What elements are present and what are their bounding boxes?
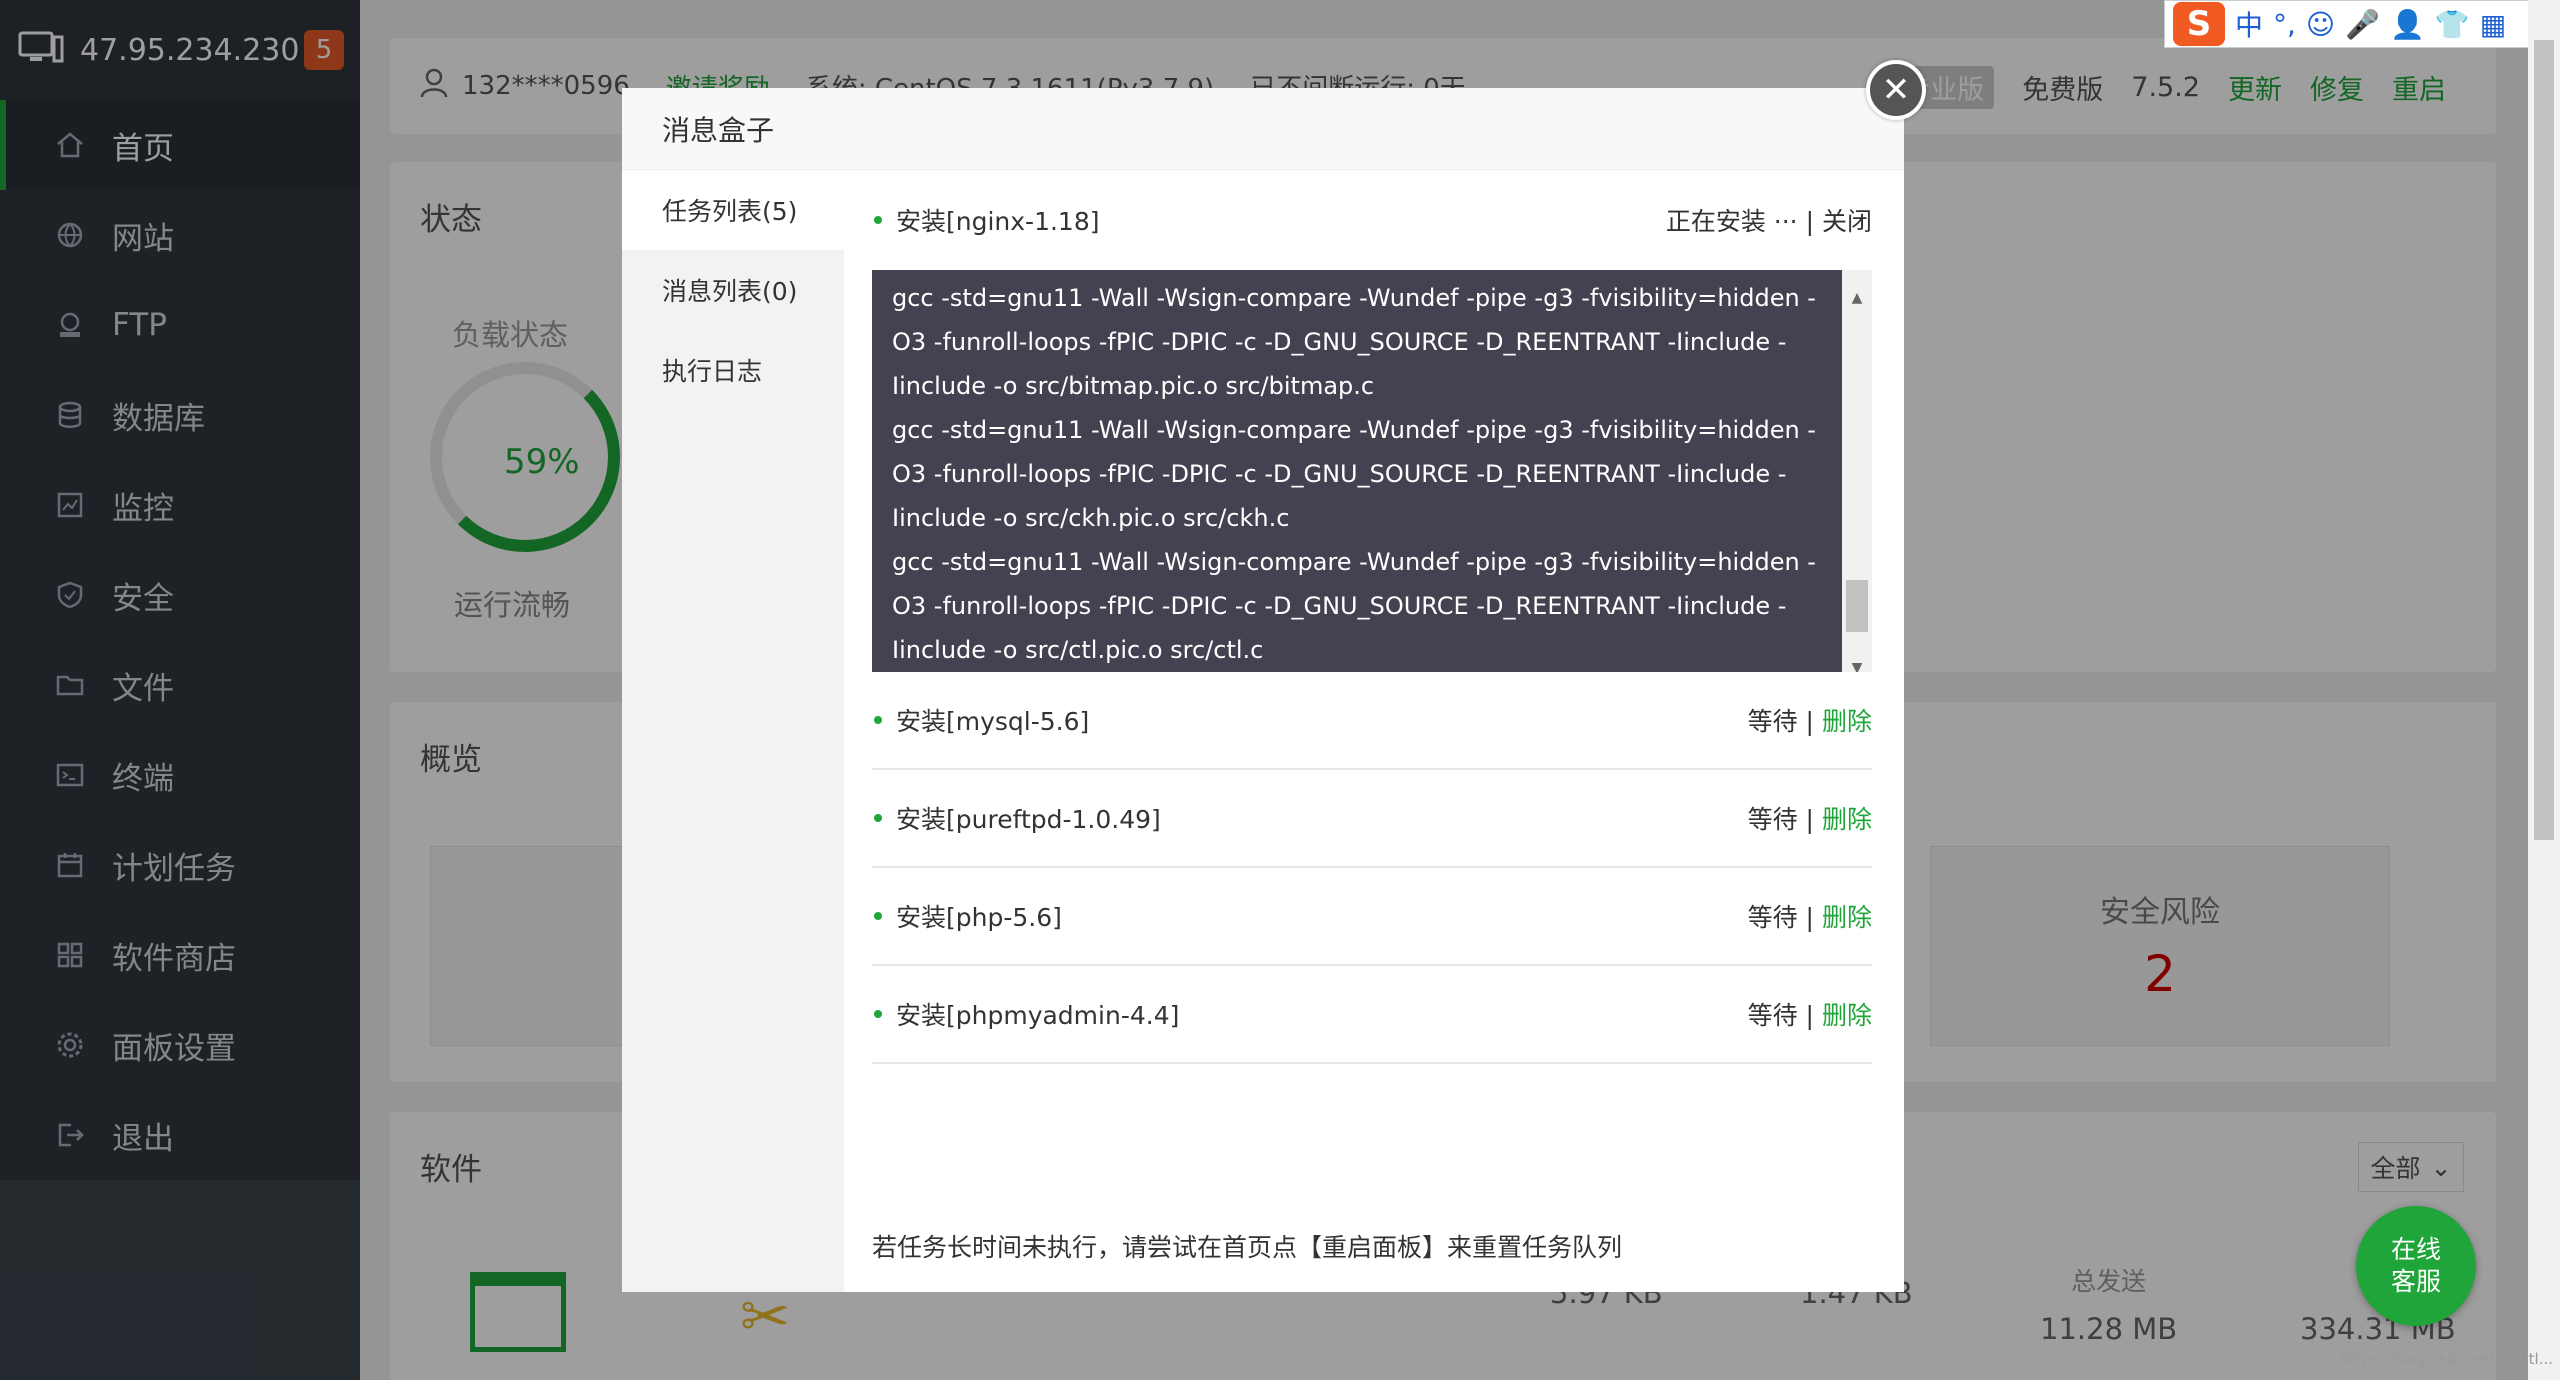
modal-title: 消息盒子 <box>622 88 1904 170</box>
task-actions: 正在安装 ··· | 关闭 <box>1666 202 1872 238</box>
log-line: gcc -std=gnu11 -Wall -Wsign-compare -Wun… <box>892 548 1816 664</box>
ime-lang[interactable]: 中 <box>2235 4 2263 44</box>
task-status: 正在安装 ··· <box>1665 207 1798 236</box>
delete-task-button[interactable]: 删除 <box>1822 800 1872 836</box>
page-scrollbar[interactable] <box>2528 0 2560 1380</box>
current-task-row: 安装[nginx-1.18] 正在安装 ··· | 关闭 <box>872 170 1872 270</box>
close-task-button[interactable]: | 关闭 <box>1806 202 1872 238</box>
close-icon: ✕ <box>1881 70 1911 110</box>
status-dot <box>874 1010 882 1018</box>
install-log[interactable]: gcc -std=gnu11 -Wall -Wsign-compare -Wun… <box>872 270 1872 672</box>
task-tip: 若任务长时间未执行，请尝试在首页点【重启面板】来重置任务队列 <box>872 1233 1623 1262</box>
task-actions: 等待 | 删除 <box>1748 996 1872 1032</box>
task-name: 安装[mysql-5.6] <box>896 707 1090 736</box>
task-list: 安装[nginx-1.18] 正在安装 ··· | 关闭 gcc -std=gn… <box>872 170 1872 1292</box>
task-wait-status: 等待 | <box>1747 805 1814 834</box>
task-wait-status: 等待 | <box>1747 903 1814 932</box>
scroll-thumb[interactable] <box>1846 580 1868 632</box>
modal-tab-2[interactable]: 执行日志 <box>622 330 844 410</box>
punctuation-icon[interactable]: °, <box>2273 8 2296 41</box>
task-actions: 等待 | 删除 <box>1748 898 1872 934</box>
log-lines: gcc -std=gnu11 -Wall -Wsign-compare -Wun… <box>892 276 1832 672</box>
task-name: 安装[php-5.6] <box>896 903 1062 932</box>
modal-tab-0[interactable]: 任务列表(5) <box>622 170 844 250</box>
task-wait-status: 等待 | <box>1747 1001 1814 1030</box>
service-line1: 在线 <box>2390 1235 2441 1264</box>
delete-task-button[interactable]: 删除 <box>1822 898 1872 934</box>
skin-icon[interactable]: 👕 <box>2435 8 2470 41</box>
task-actions: 等待 | 删除 <box>1748 800 1872 836</box>
microphone-icon[interactable]: 🎤 <box>2345 8 2380 41</box>
watermark: https://blog.csdn.net/goutl... <box>2340 1350 2554 1368</box>
delete-task-button[interactable]: 删除 <box>1822 702 1872 738</box>
task-name: 安装[nginx-1.18] <box>896 207 1100 236</box>
page-scroll-thumb[interactable] <box>2534 40 2554 840</box>
status-dot <box>874 814 882 822</box>
queued-tasks: 安装[mysql-5.6] 等待 | 删除 安装[pureftpd-1.0.49] 等待… <box>872 672 1872 1064</box>
message-box-modal: 消息盒子 任务列表(5) 消息列表(0) 执行日志 安装[nginx-1.18] 正… <box>622 88 1904 1292</box>
task-name: 安装[pureftpd-1.0.49] <box>896 805 1161 834</box>
scroll-down-icon[interactable]: ▼ <box>1842 646 1872 672</box>
log-line: gcc -std=gnu11 -Wall -Wsign-compare -Wun… <box>892 416 1816 532</box>
queued-task-row: 安装[pureftpd-1.0.49] 等待 | 删除 <box>872 770 1872 868</box>
user-tools-icon[interactable]: 👤 <box>2390 8 2425 41</box>
modal-tab-1[interactable]: 消息列表(0) <box>622 250 844 330</box>
log-scrollbar[interactable]: ▲ ▼ <box>1842 270 1872 672</box>
log-line: gcc -std=gnu11 -Wall -Wsign-compare -Wun… <box>892 284 1816 400</box>
online-service-button[interactable]: 在线 客服 <box>2356 1206 2476 1326</box>
modal-nav: 任务列表(5) 消息列表(0) 执行日志 <box>622 170 844 1292</box>
status-dot <box>874 216 882 224</box>
emoji-icon[interactable]: ☺ <box>2306 8 2335 41</box>
task-actions: 等待 | 删除 <box>1748 702 1872 738</box>
status-dot <box>874 716 882 724</box>
task-wait-status: 等待 | <box>1747 707 1814 736</box>
scroll-up-icon[interactable]: ▲ <box>1842 276 1872 306</box>
queued-task-row: 安装[php-5.6] 等待 | 删除 <box>872 868 1872 966</box>
queued-task-row: 安装[mysql-5.6] 等待 | 删除 <box>872 672 1872 770</box>
grid-icon[interactable]: ▦ <box>2480 8 2506 41</box>
task-name: 安装[phpmyadmin-4.4] <box>896 1001 1180 1030</box>
ime-toolbar: S 中 °, ☺ 🎤 👤 👕 ▦ <box>2164 0 2540 48</box>
delete-task-button[interactable]: 删除 <box>1822 996 1872 1032</box>
sogou-logo-icon[interactable]: S <box>2173 2 2225 46</box>
status-dot <box>874 912 882 920</box>
service-line2: 客服 <box>2390 1267 2441 1296</box>
queued-task-row: 安装[phpmyadmin-4.4] 等待 | 删除 <box>872 966 1872 1064</box>
modal-close-button[interactable]: ✕ <box>1866 60 1926 120</box>
